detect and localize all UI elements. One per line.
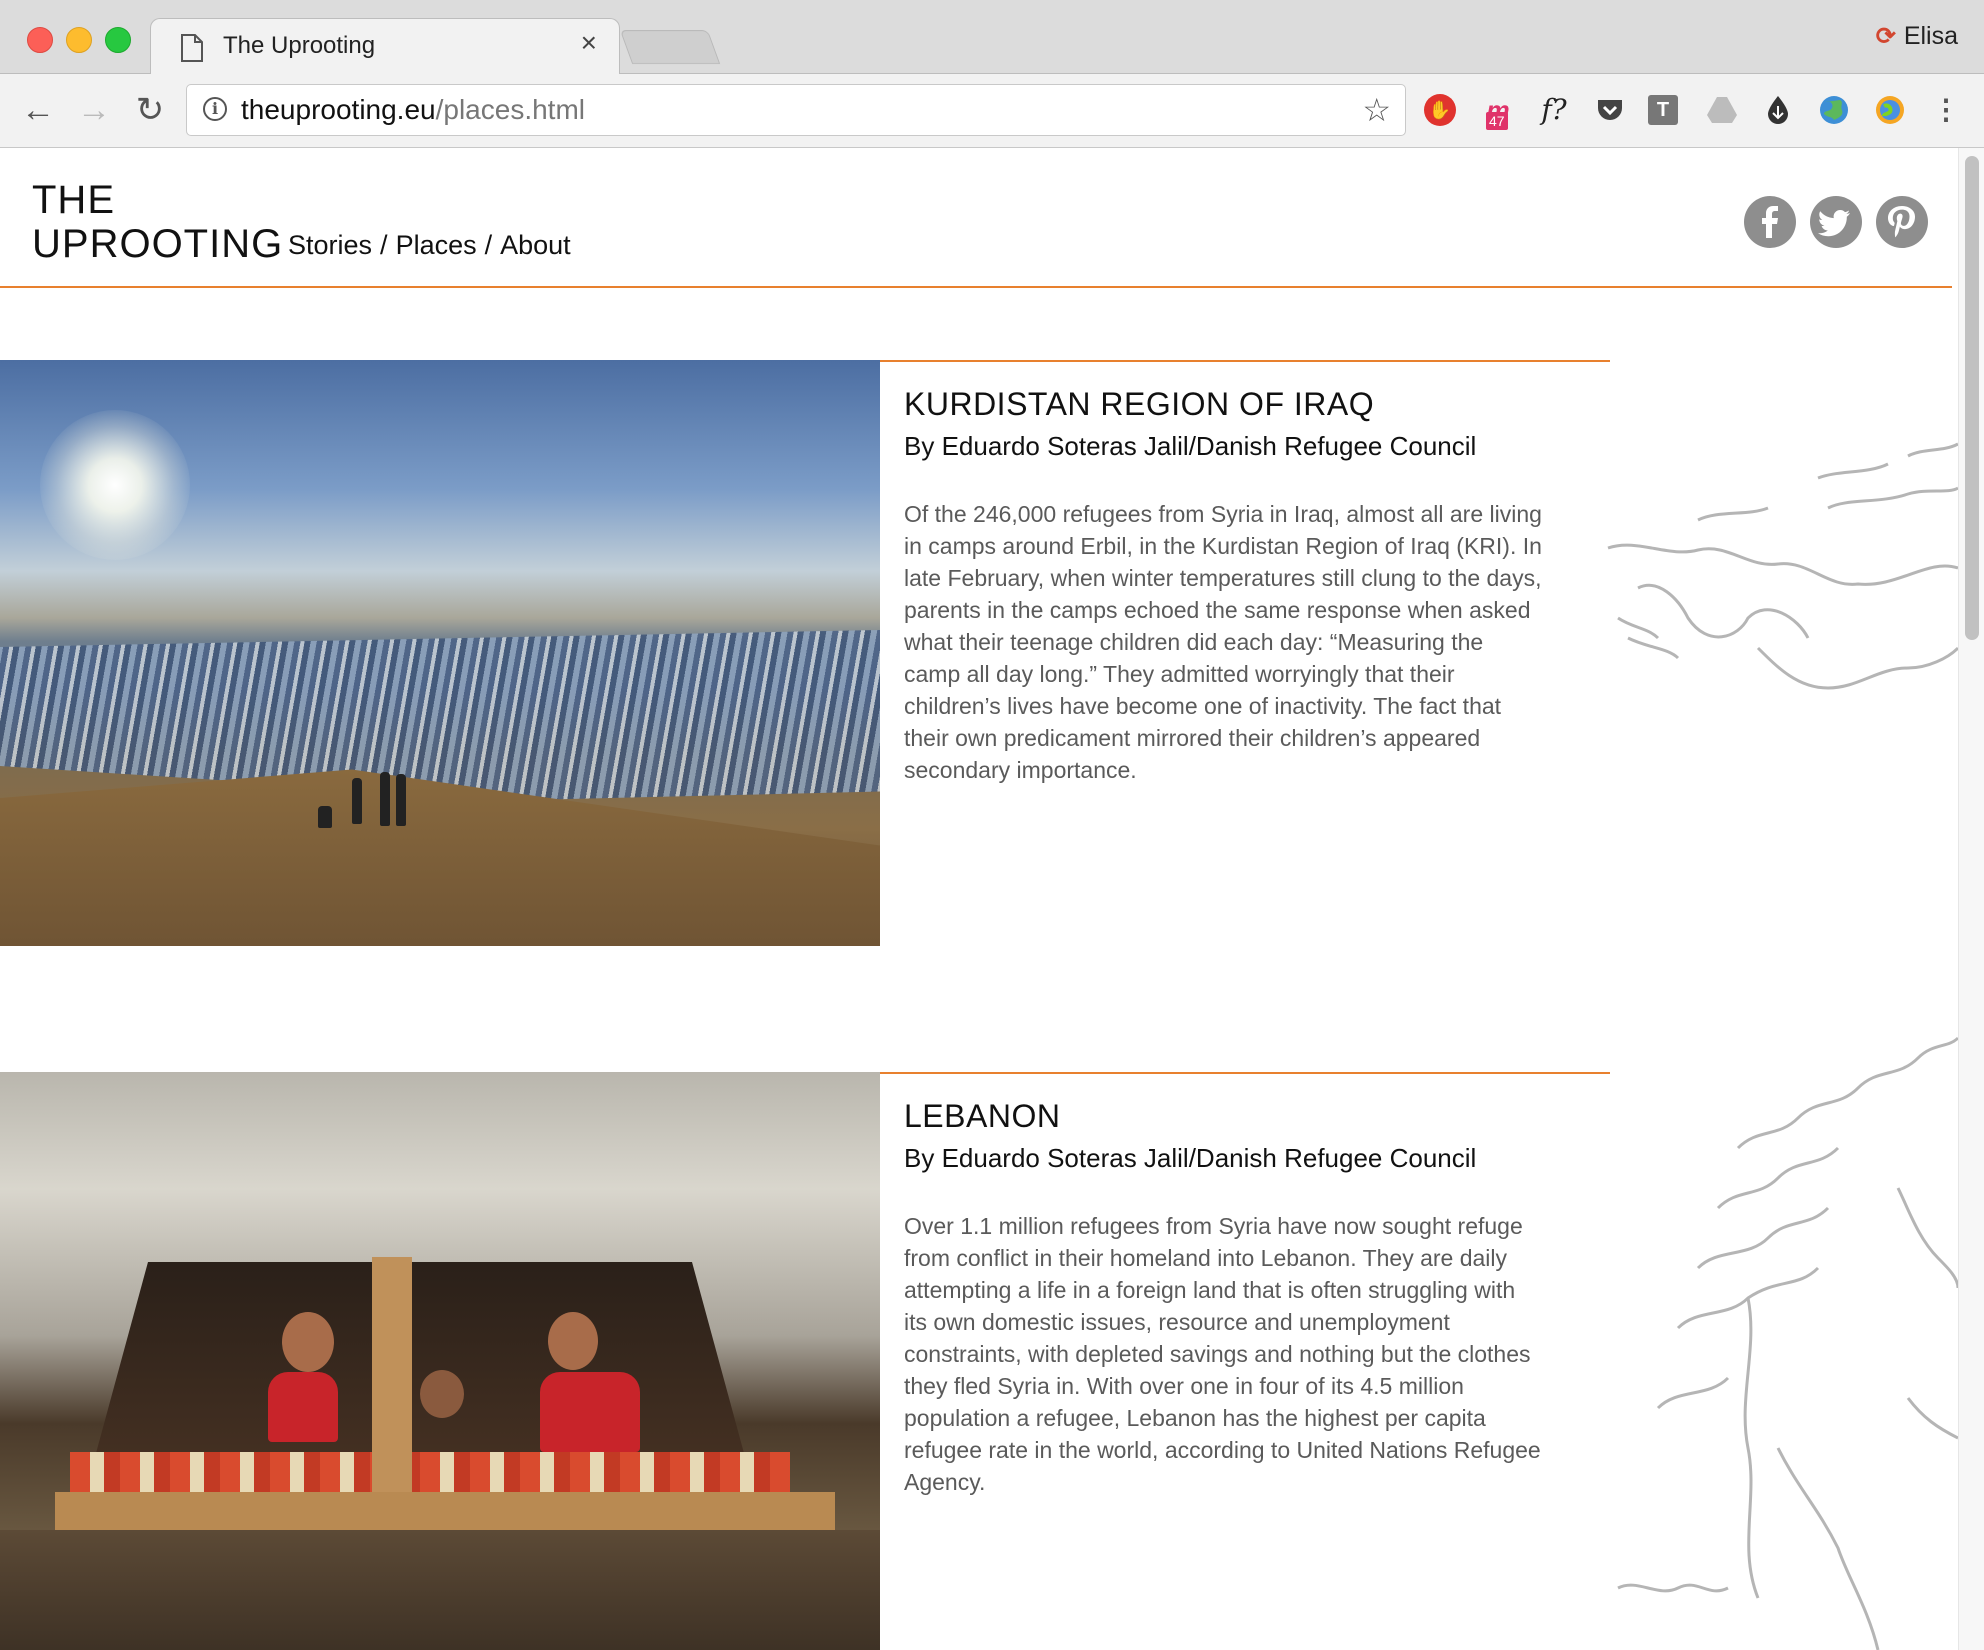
browser-toolbar: ← → ↻ i theuprooting.eu/places.html ☆ ✋ … xyxy=(0,74,1984,148)
t-extension-icon[interactable]: T xyxy=(1648,95,1678,125)
globe-extension-icon[interactable] xyxy=(1816,92,1852,128)
nav-link-stories[interactable]: Stories xyxy=(288,230,372,260)
story-text-block: KURDISTAN REGION OF IRAQ By Eduardo Sote… xyxy=(880,360,1610,786)
story-title[interactable]: LEBANON xyxy=(904,1098,1610,1135)
child-face xyxy=(282,1312,334,1372)
colorful-globe-extension-icon[interactable] xyxy=(1872,92,1908,128)
twitter-icon[interactable] xyxy=(1810,196,1862,248)
address-bar[interactable]: i theuprooting.eu/places.html ☆ xyxy=(186,84,1406,136)
nav-link-places[interactable]: Places xyxy=(396,230,477,260)
child-figure xyxy=(268,1372,338,1442)
story-body: Of the 246,000 refugees from Syria in Ir… xyxy=(904,501,1542,783)
child-figure xyxy=(540,1372,640,1452)
person-figure xyxy=(318,806,332,828)
url-text[interactable]: theuprooting.eu/places.html xyxy=(241,94,585,126)
story-text-block: LEBANON By Eduardo Soteras Jalil/Danish … xyxy=(880,1072,1610,1498)
pocket-icon[interactable] xyxy=(1592,92,1628,128)
wooden-post xyxy=(372,1257,412,1507)
web-page: THE UPROOTING Stories / Places / About KURDI… xyxy=(0,148,1984,1650)
m-extension-badge: 47 xyxy=(1486,112,1508,130)
brand-line-1: THE xyxy=(32,178,115,222)
story-byline: By Eduardo Soteras Jalil/Danish Refugee … xyxy=(904,1143,1477,1173)
page-scrollbar[interactable] xyxy=(1958,148,1984,1650)
person-figure xyxy=(380,772,390,826)
site-header: THE UPROOTING Stories / Places / About xyxy=(0,148,1952,288)
minimize-window-button[interactable] xyxy=(66,27,92,53)
nav-link-about[interactable]: About xyxy=(500,230,571,260)
map-outline-decoration xyxy=(1607,442,1958,1650)
drop-extension-icon[interactable] xyxy=(1760,92,1796,128)
close-window-button[interactable] xyxy=(27,27,53,53)
profile-button[interactable]: ⟳ Elisa xyxy=(1876,22,1958,51)
sun-glare xyxy=(40,410,190,560)
story-byline: By Eduardo Soteras Jalil/Danish Refugee … xyxy=(904,431,1477,461)
muddy-ground xyxy=(0,1530,880,1650)
drive-icon[interactable] xyxy=(1704,92,1740,128)
sync-error-icon: ⟳ xyxy=(1875,23,1896,50)
url-domain: theuprooting.eu xyxy=(241,94,436,125)
bookmark-star-icon[interactable]: ☆ xyxy=(1362,91,1391,129)
new-tab-button[interactable] xyxy=(619,30,721,64)
adblock-stop-icon[interactable]: ✋ xyxy=(1424,94,1456,126)
story-body: Over 1.1 million refugees from Syria hav… xyxy=(904,1213,1541,1495)
reload-icon[interactable]: ↻ xyxy=(130,90,170,130)
back-arrow-icon[interactable]: ← xyxy=(18,90,58,130)
tab-title: The Uprooting xyxy=(223,32,376,59)
url-path: /places.html xyxy=(435,94,586,125)
browser-tab-bar: The Uprooting × ⟳ Elisa xyxy=(0,0,1984,75)
child-face xyxy=(548,1312,598,1370)
facebook-icon[interactable] xyxy=(1744,196,1796,248)
site-logo[interactable]: THE UPROOTING xyxy=(32,178,283,266)
browser-tab[interactable]: The Uprooting × xyxy=(150,18,620,75)
whatfont-icon[interactable]: f? xyxy=(1536,92,1572,128)
brand-line-2: UPROOTING xyxy=(32,222,284,266)
child-face xyxy=(420,1370,464,1418)
main-navigation: Stories / Places / About xyxy=(288,230,571,261)
nav-separator: / xyxy=(380,230,388,260)
wooden-beam xyxy=(55,1492,835,1530)
scrollbar-thumb[interactable] xyxy=(1965,156,1979,640)
page-icon xyxy=(181,34,203,62)
children-in-tent-photo[interactable] xyxy=(0,1072,880,1650)
camp-tents xyxy=(0,630,880,800)
maximize-window-button[interactable] xyxy=(105,27,131,53)
story-title[interactable]: KURDISTAN REGION OF IRAQ xyxy=(904,386,1610,423)
forward-arrow-icon[interactable]: → xyxy=(74,90,114,130)
pinterest-icon[interactable] xyxy=(1876,196,1928,248)
person-figure xyxy=(396,774,406,826)
close-tab-icon[interactable]: × xyxy=(581,27,597,58)
nav-separator: / xyxy=(484,230,493,260)
person-figure xyxy=(352,778,362,824)
info-icon[interactable]: i xyxy=(203,97,227,121)
kebab-menu-icon[interactable]: ⋮ xyxy=(1928,92,1964,128)
profile-name: Elisa xyxy=(1903,22,1958,50)
refugee-camp-photo[interactable] xyxy=(0,360,880,946)
